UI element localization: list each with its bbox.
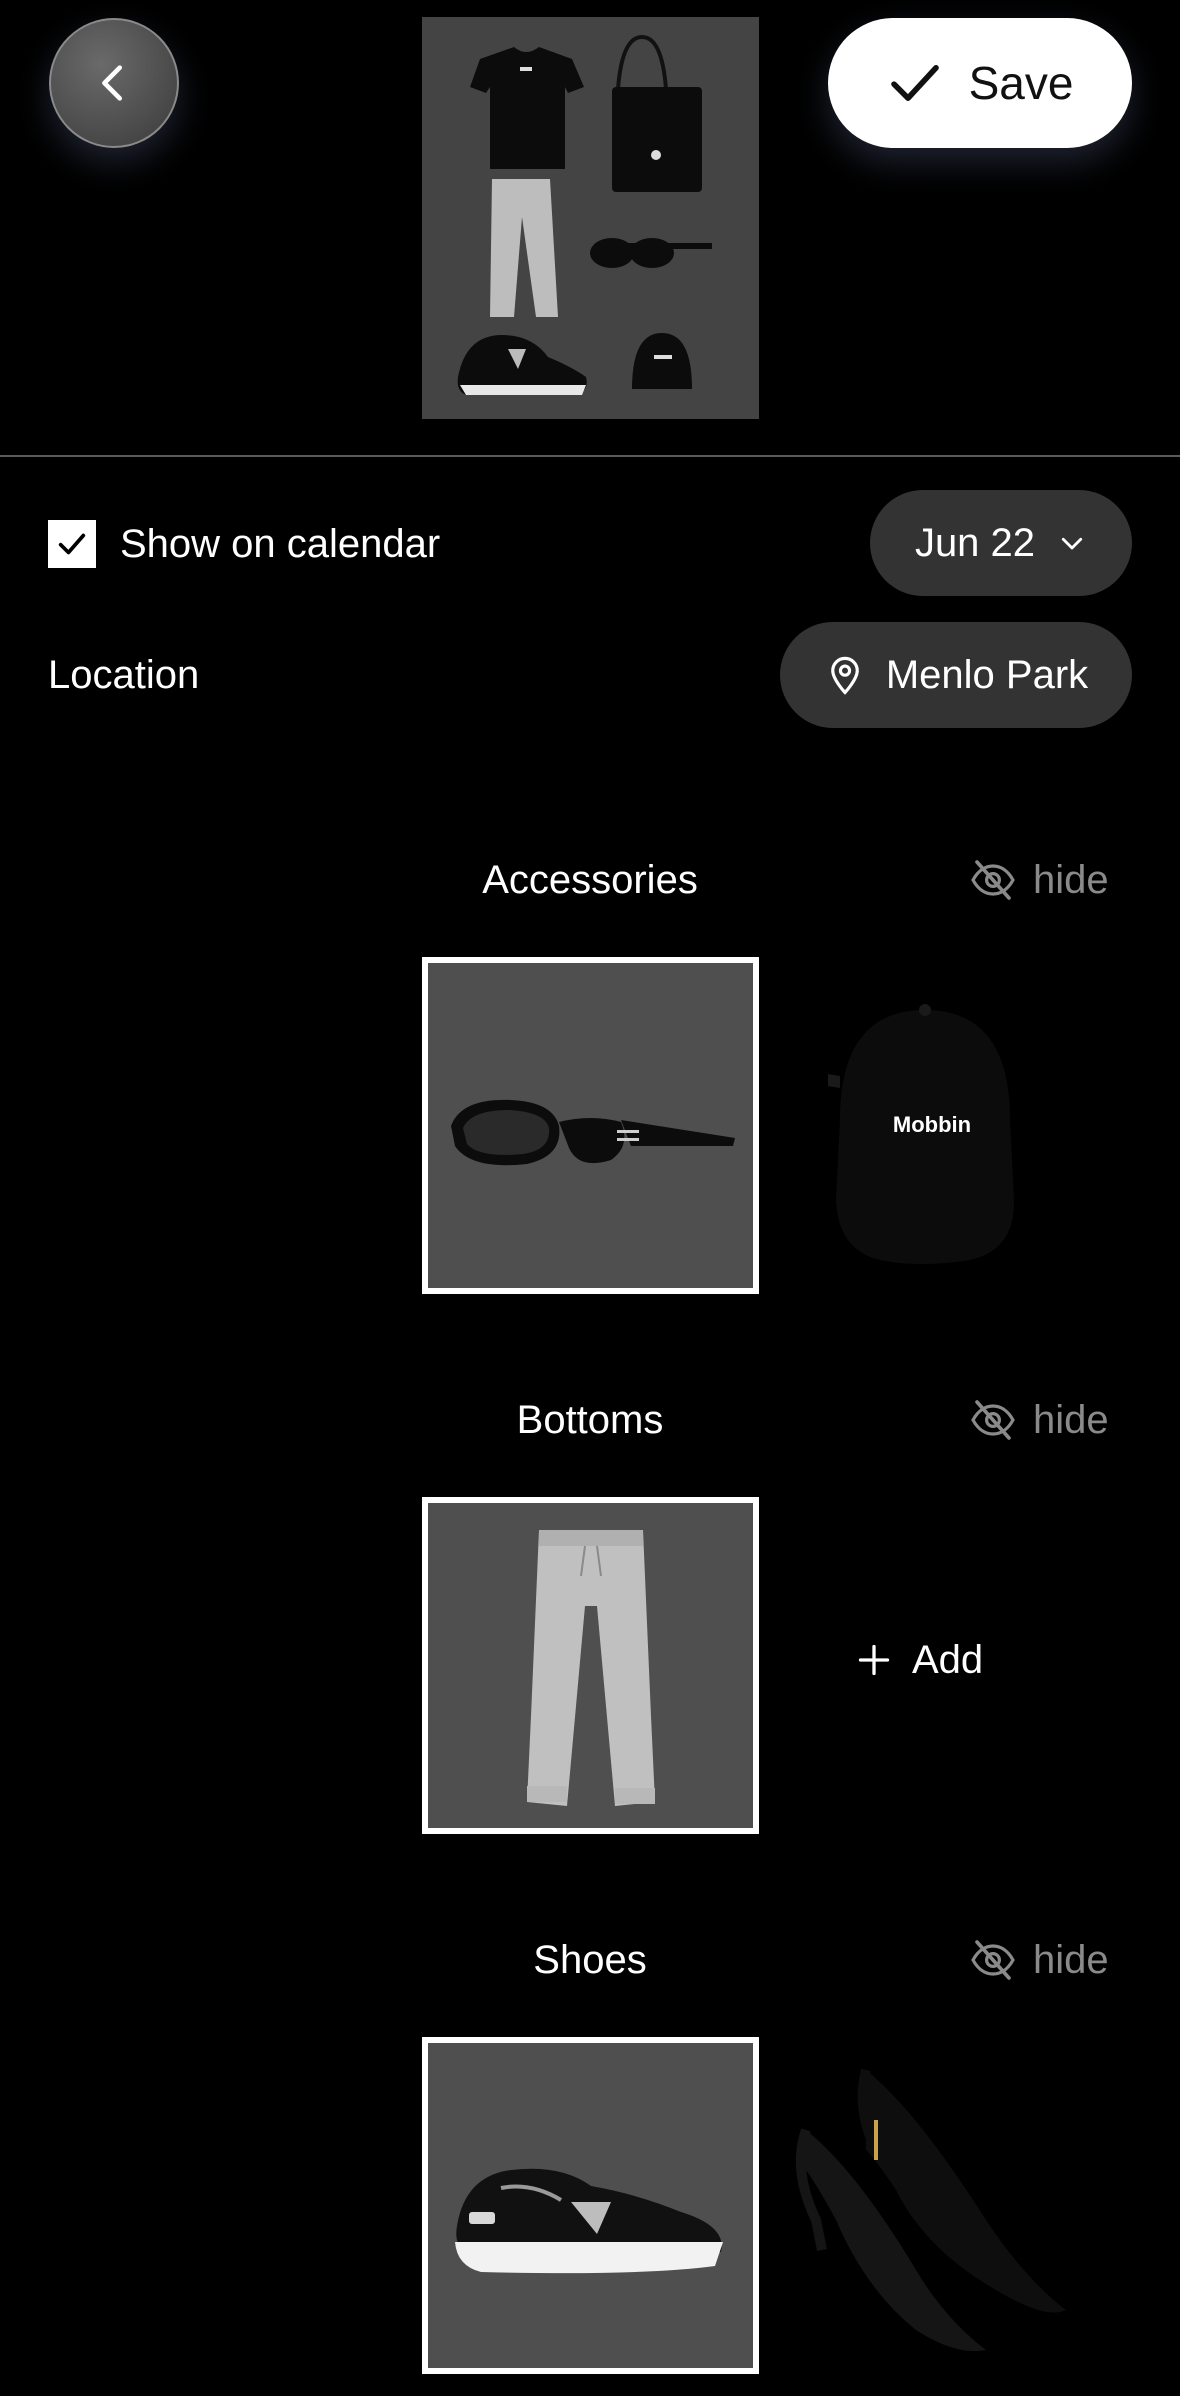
sweatpants-image — [526, 1529, 655, 1806]
sunglasses-thumbnail — [590, 238, 712, 268]
sunglasses-image — [450, 1099, 735, 1165]
location-label: Location — [48, 653, 200, 697]
eye-off-icon — [971, 1400, 1015, 1440]
item-cap[interactable]: Mobbin — [800, 970, 1050, 1280]
chevron-down-icon — [1061, 537, 1083, 550]
eye-off-icon — [971, 860, 1015, 900]
map-pin-icon — [831, 656, 859, 695]
checkmark-icon — [890, 65, 939, 101]
section-title-shoes: Shoes — [533, 1938, 647, 1982]
eye-off-icon — [971, 1940, 1015, 1980]
item-heels[interactable] — [776, 2050, 1076, 2360]
show-on-calendar-checkbox[interactable] — [48, 520, 96, 568]
hide-accessories-toggle[interactable]: hide — [969, 856, 1109, 904]
hide-bottoms-toggle[interactable]: hide — [969, 1396, 1109, 1444]
cap-logo-text: Mobbin — [893, 1112, 971, 1137]
show-on-calendar-label: Show on calendar — [120, 522, 441, 566]
location-row: Location Menlo Park — [48, 622, 1132, 728]
location-value: Menlo Park — [885, 652, 1089, 697]
calendar-row: Show on calendar Jun 22 — [48, 490, 1132, 596]
date-value: Jun 22 — [914, 520, 1036, 565]
location-selector[interactable]: Menlo Park — [780, 622, 1132, 728]
checkmark-icon — [58, 533, 86, 555]
section-title-bottoms: Bottoms — [516, 1398, 664, 1442]
cap-image: Mobbin — [828, 1004, 1015, 1264]
save-button[interactable]: Save — [828, 18, 1132, 148]
plus-icon — [858, 1644, 890, 1676]
selected-item-sneakers[interactable] — [422, 2037, 759, 2374]
heels-image — [795, 2068, 1066, 2352]
hide-label: hide — [1033, 1398, 1109, 1442]
sneakers-image — [454, 2168, 723, 2273]
selected-item-sunglasses[interactable] — [422, 957, 759, 1294]
chevron-left-icon — [102, 65, 123, 101]
header-divider — [0, 455, 1180, 457]
add-label: Add — [912, 1638, 984, 1682]
back-button[interactable] — [49, 18, 179, 148]
hide-shoes-toggle[interactable]: hide — [969, 1936, 1109, 1984]
hide-label: hide — [1033, 858, 1109, 902]
save-label: Save — [968, 57, 1074, 109]
section-title-accessories: Accessories — [482, 858, 698, 902]
selected-item-sweatpants[interactable] — [422, 1497, 759, 1834]
add-bottoms-button[interactable]: Add — [856, 1636, 983, 1684]
date-selector[interactable]: Jun 22 — [870, 490, 1132, 596]
outfit-preview — [422, 17, 759, 419]
hide-label: hide — [1033, 1938, 1109, 1982]
